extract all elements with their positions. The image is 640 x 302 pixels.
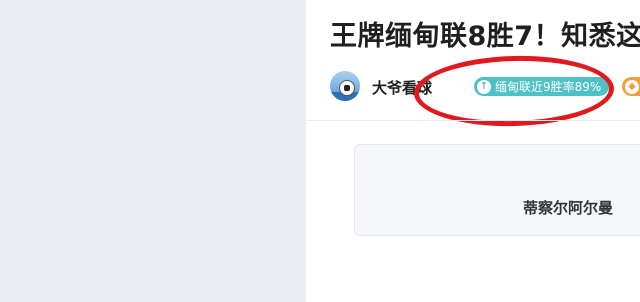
recent-badge[interactable]: ◆ 近4: [622, 77, 640, 96]
author-avatar[interactable]: [330, 71, 360, 101]
author-name[interactable]: 大爷看球: [372, 77, 432, 98]
team-name: 蒂察尔阿尔曼: [523, 199, 614, 217]
article-main: 王牌缅甸联8胜7！知悉这 大爷看球 ↑ 缅甸联近9胜率89% ◆ 近4 蒂察尔阿…: [306, 0, 640, 302]
win-rate-badge-text: 缅甸联近9胜率89%: [495, 80, 602, 94]
win-rate-badge[interactable]: ↑ 缅甸联近9胜率89%: [474, 77, 610, 96]
author-row: 大爷看球 ↑ 缅甸联近9胜率89% ◆ 近4: [330, 71, 640, 103]
divider: [306, 120, 640, 121]
arrow-up-icon: ↑: [477, 79, 491, 94]
flame-icon: ◆: [625, 79, 639, 94]
soccer-ball-icon: [339, 80, 355, 96]
article-title: 王牌缅甸联8胜7！知悉这: [330, 21, 640, 52]
left-sidebar-blank: [0, 0, 306, 302]
match-card[interactable]: 蒂察尔阿尔曼: [354, 144, 640, 236]
